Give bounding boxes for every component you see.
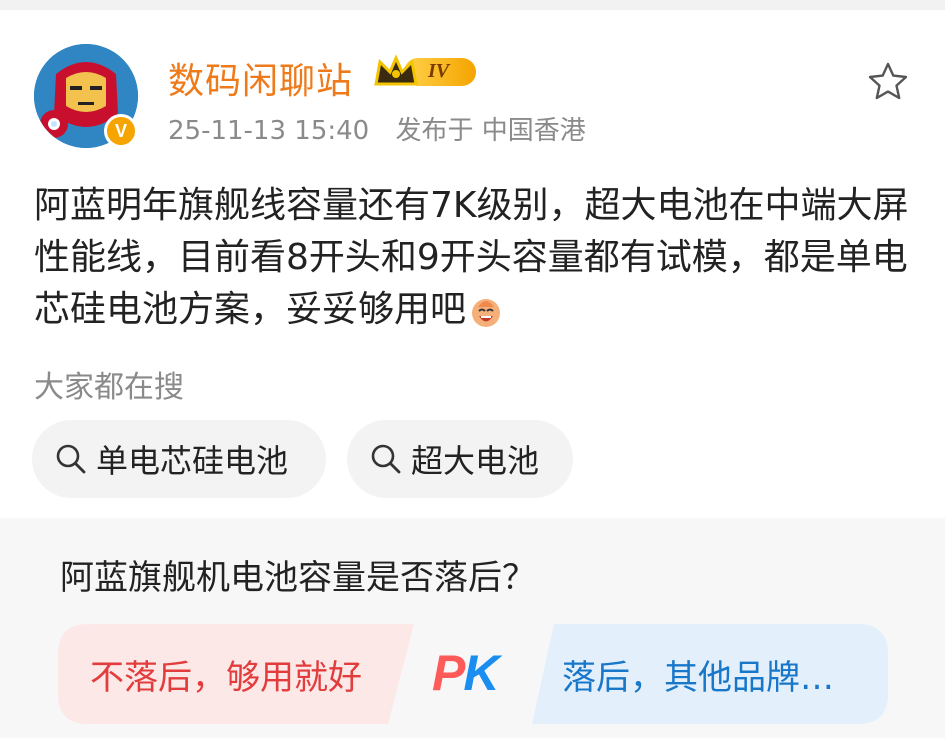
rank-badge[interactable]: IV (372, 52, 476, 92)
poll-question: 阿蓝旗舰机电池容量是否落后？ (60, 558, 536, 598)
crown-icon (374, 54, 418, 86)
post-text: 阿蓝明年旗舰线容量还有7K级别，超大电池在中端大屏性能线，目前看8开头和9开头容… (34, 180, 924, 336)
search-chip-label: 超大电池 (411, 442, 540, 480)
timestamp: 25-11-13 15:40 (168, 116, 370, 146)
poll-option-right-label: 落后，其他品牌… (562, 658, 834, 698)
search-icon (56, 444, 86, 474)
search-chip-silicon-battery[interactable]: 单电芯硅电池 (32, 420, 326, 498)
poll-option-behind[interactable]: 落后，其他品牌… (528, 624, 888, 724)
pk-letter-p: P (432, 645, 465, 701)
rank-level: IV (428, 60, 450, 82)
star-outline-icon[interactable] (866, 60, 910, 104)
verified-badge: V (104, 114, 138, 148)
poll-option-not-behind[interactable]: 不落后，够用就好 (58, 624, 418, 724)
search-chip-big-battery[interactable]: 超大电池 (347, 420, 573, 498)
top-divider (0, 0, 945, 10)
pk-letter-k: K (463, 645, 499, 701)
pk-vs-badge: PK (432, 644, 499, 702)
location: 发布于 中国香港 (395, 116, 586, 146)
avatar[interactable]: V (34, 44, 138, 148)
username[interactable]: 数码闲聊站 (168, 52, 353, 104)
poll-card: 阿蓝旗舰机电池容量是否落后？ 不落后，够用就好 PK 落后，其他品牌… (0, 518, 945, 738)
search-icon (371, 444, 401, 474)
post-meta: 25-11-13 15:40 发布于 中国香港 (168, 110, 604, 147)
laughing-emoji-icon (472, 299, 501, 327)
search-chip-label: 单电芯硅电池 (96, 442, 289, 480)
poll-option-left-label: 不落后，够用就好 (90, 658, 362, 698)
search-section-title: 大家都在搜 (34, 370, 184, 405)
